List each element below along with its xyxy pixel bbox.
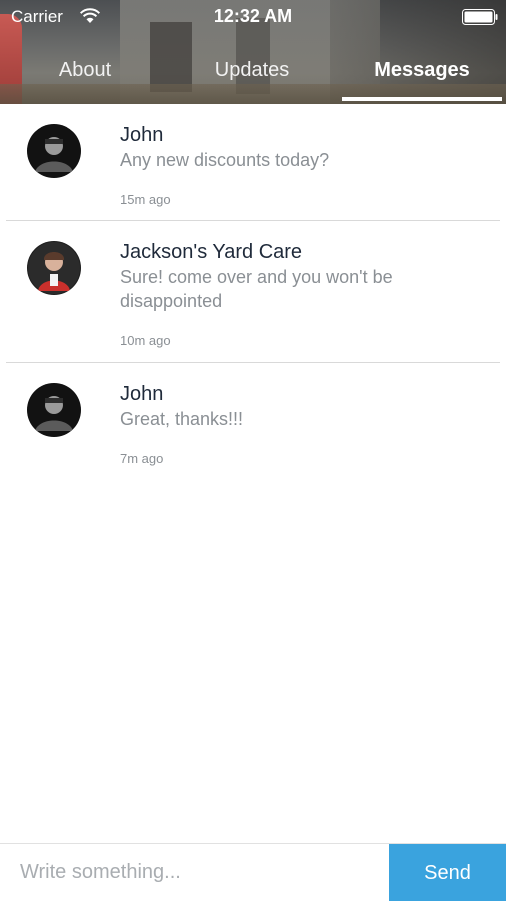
tab-about[interactable]: About	[30, 50, 140, 90]
message-sender: John	[120, 383, 164, 405]
tab-messages[interactable]: Messages	[342, 50, 502, 90]
avatar	[27, 383, 81, 437]
status-bar: Carrier 12:32 AM	[0, 0, 506, 34]
message-input[interactable]	[0, 844, 388, 901]
message-sender: John	[120, 124, 164, 146]
message-text: Any new discounts today?	[120, 150, 330, 170]
message-item[interactable]: John Any new discounts today? 15m ago	[6, 104, 500, 221]
send-button[interactable]: Send	[389, 844, 506, 901]
message-time: 10m ago	[120, 333, 171, 348]
message-text: Sure! come over and you won't be disappo…	[120, 267, 393, 311]
message-item[interactable]: John Great, thanks!!! 7m ago	[6, 363, 500, 479]
tab-updates[interactable]: Updates	[196, 50, 308, 90]
message-composer: Send	[0, 843, 506, 901]
clock: 12:32 AM	[213, 6, 293, 26]
avatar	[27, 124, 81, 178]
header-banner: Carrier 12:32 AM About Updates Messages	[0, 0, 506, 104]
active-tab-indicator	[342, 97, 502, 101]
message-sender: Jackson's Yard Care	[120, 241, 303, 263]
message-time: 7m ago	[120, 451, 164, 466]
message-time: 15m ago	[120, 192, 171, 207]
message-item[interactable]: Jackson's Yard Care Sure! come over and …	[6, 221, 500, 363]
message-list: John Any new discounts today? 15m ago Ja…	[0, 104, 506, 479]
message-text: Great, thanks!!!	[120, 409, 244, 429]
avatar	[27, 241, 81, 295]
tab-bar: About Updates Messages	[0, 50, 506, 102]
battery-icon	[462, 9, 498, 25]
